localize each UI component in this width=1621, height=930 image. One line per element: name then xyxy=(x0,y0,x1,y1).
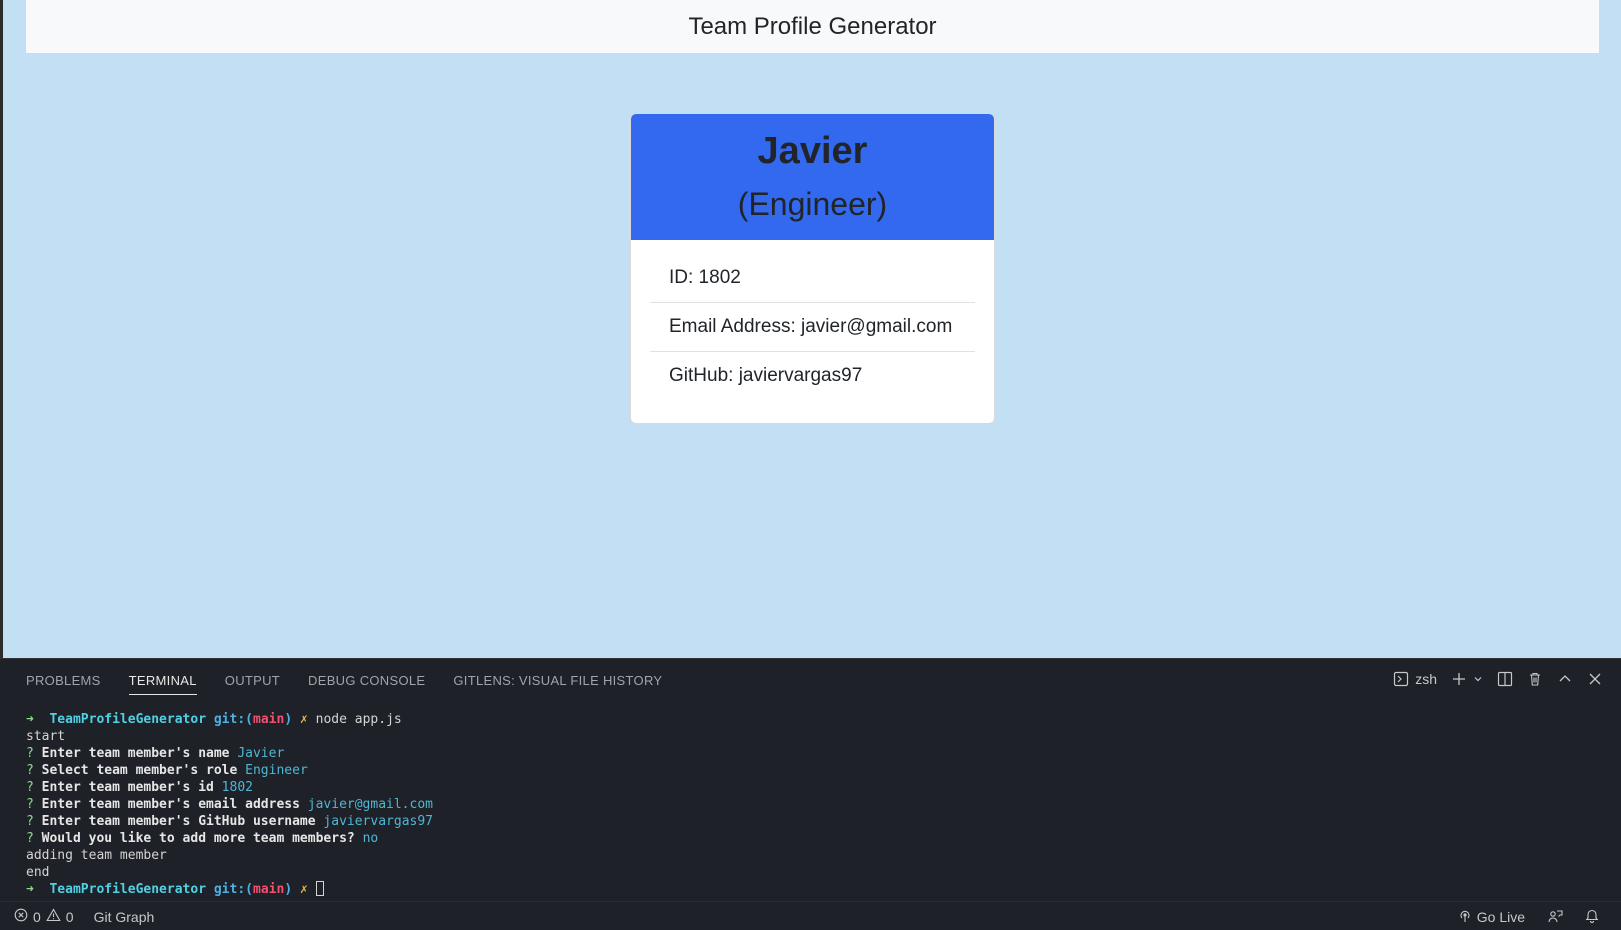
warning-count: 0 xyxy=(65,908,74,925)
terminal-line: ➜ TeamProfileGenerator git:(main) ✗ node… xyxy=(26,711,433,728)
terminal-output[interactable]: ➜ TeamProfileGenerator git:(main) ✗ node… xyxy=(26,711,433,898)
tab-output[interactable]: OUTPUT xyxy=(225,673,280,695)
terminal-shell-selector[interactable]: zsh xyxy=(1393,671,1437,687)
problems-indicator[interactable]: 0 0 xyxy=(14,908,74,925)
employee-role: (Engineer) xyxy=(737,186,888,222)
terminal-line: ? Enter team member's id 1802 xyxy=(26,780,253,795)
card-details-list: ID: 1802 Email Address: javier@gmail.com… xyxy=(631,240,994,400)
navbar: Team Profile Generator xyxy=(26,0,1599,53)
prompt-git-close: ) xyxy=(284,712,293,727)
kill-terminal-button[interactable] xyxy=(1527,671,1543,687)
status-bar: 0 0 Git Graph Go Live xyxy=(0,901,1621,930)
feedback-icon xyxy=(1547,909,1563,926)
chevron-down-icon[interactable] xyxy=(1473,674,1483,684)
prompt-git: git:( xyxy=(213,712,253,727)
terminal-cursor xyxy=(315,881,324,896)
go-live-label: Go Live xyxy=(1476,909,1525,925)
maximize-panel-button[interactable] xyxy=(1557,671,1573,687)
terminal-line: adding team member xyxy=(26,848,167,863)
split-icon xyxy=(1497,671,1513,687)
terminal-icon xyxy=(1393,671,1409,687)
terminal-line: ? Would you like to add more team member… xyxy=(26,831,379,846)
close-panel-button[interactable] xyxy=(1587,671,1603,687)
tab-debug-console[interactable]: DEBUG CONSOLE xyxy=(308,673,425,695)
notifications-button[interactable] xyxy=(1585,908,1599,926)
prompt-arrow: ➜ xyxy=(26,712,34,727)
prompt-branch: main xyxy=(253,712,285,727)
employee-email: Email Address: javier@gmail.com xyxy=(650,303,975,352)
git-graph-button[interactable]: Git Graph xyxy=(94,909,155,925)
broadcast-icon xyxy=(1458,909,1472,926)
chevron-up-icon xyxy=(1557,671,1573,687)
panel-actions: zsh xyxy=(1393,671,1603,687)
browser-preview: Team Profile Generator Javier (Engineer)… xyxy=(3,0,1621,658)
warning-icon xyxy=(46,908,61,925)
terminal-line: ➜ TeamProfileGenerator git:(main) ✗ xyxy=(26,881,433,898)
status-bar-right: Go Live xyxy=(1458,908,1599,926)
card-header: Javier (Engineer) xyxy=(631,114,994,240)
bell-icon xyxy=(1585,908,1599,926)
page-title: Team Profile Generator xyxy=(688,12,937,40)
tab-gitlens-visual-file-history[interactable]: GITLENS: VISUAL FILE HISTORY xyxy=(453,673,662,695)
employee-name: Javier xyxy=(757,130,868,172)
tab-terminal[interactable]: TERMINAL xyxy=(128,673,197,695)
trash-icon xyxy=(1527,671,1543,687)
terminal-line: start xyxy=(26,729,66,744)
error-icon xyxy=(14,908,28,925)
status-bar-left: 0 0 Git Graph xyxy=(14,908,154,925)
shell-label: zsh xyxy=(1415,671,1437,687)
bottom-panel: PROBLEMS TERMINAL OUTPUT DEBUG CONSOLE G… xyxy=(0,658,1621,901)
feedback-button[interactable] xyxy=(1547,909,1563,926)
terminal-line: end xyxy=(26,865,50,880)
plus-icon xyxy=(1451,671,1467,687)
panel-tabs: PROBLEMS TERMINAL OUTPUT DEBUG CONSOLE G… xyxy=(26,673,662,695)
prompt-directory: TeamProfileGenerator xyxy=(49,712,207,727)
employee-id: ID: 1802 xyxy=(650,254,975,303)
terminal-command: node app.js xyxy=(315,712,402,727)
terminal-line: ? Select team member's role Engineer xyxy=(26,763,308,778)
prompt-dirty-marker: ✗ xyxy=(299,712,308,727)
new-terminal-button[interactable] xyxy=(1451,671,1483,687)
terminal-line: ? Enter team member's name Javier xyxy=(26,746,285,761)
close-icon xyxy=(1587,671,1603,687)
split-terminal-button[interactable] xyxy=(1497,671,1513,687)
tab-problems[interactable]: PROBLEMS xyxy=(26,673,101,695)
employee-card: Javier (Engineer) ID: 1802 Email Address… xyxy=(630,113,995,424)
go-live-button[interactable]: Go Live xyxy=(1458,909,1525,926)
terminal-line: ? Enter team member's GitHub username ja… xyxy=(26,814,433,829)
error-count: 0 xyxy=(33,908,41,925)
employee-github: GitHub: javiervargas97 xyxy=(669,365,863,386)
terminal-line: ? Enter team member's email address javi… xyxy=(26,797,433,812)
